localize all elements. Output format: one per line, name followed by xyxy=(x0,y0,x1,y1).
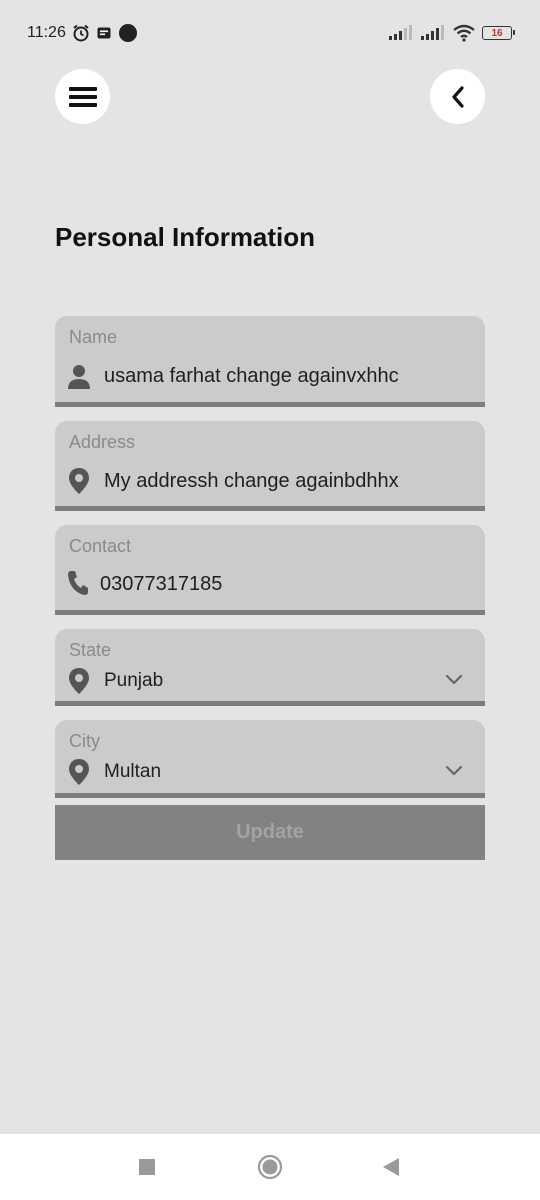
signal-icon xyxy=(421,25,444,40)
address-label: Address xyxy=(69,432,136,452)
location-pin-icon xyxy=(69,759,89,785)
chevron-down-icon xyxy=(445,674,463,685)
chevron-left-icon xyxy=(451,85,464,108)
city-dropdown[interactable]: City Multan xyxy=(55,720,485,798)
alarm-icon xyxy=(73,24,89,42)
wifi-icon xyxy=(453,24,475,42)
name-field[interactable]: Name usama farhat change againvxhhc xyxy=(55,316,485,407)
contact-label: Contact xyxy=(69,536,132,556)
contact-field[interactable]: Contact 03077317185 xyxy=(55,525,485,615)
status-time: 11:26 xyxy=(27,24,66,41)
address-field[interactable]: Address My addressh change againbdhhx xyxy=(55,421,485,511)
location-pin-icon xyxy=(69,468,89,494)
state-dropdown[interactable]: State Punjab xyxy=(55,629,485,706)
signal-icon xyxy=(389,25,412,40)
update-button[interactable]: Update xyxy=(55,805,485,860)
city-label: City xyxy=(69,731,100,751)
battery-level: 16 xyxy=(491,27,503,39)
system-nav-bar xyxy=(0,1134,540,1200)
status-bar: 11:26 16 xyxy=(0,0,540,66)
phone-icon xyxy=(68,571,88,595)
contact-input[interactable]: 03077317185 xyxy=(100,573,222,596)
address-input[interactable]: My addressh change againbdhhx xyxy=(104,470,399,493)
name-input[interactable]: usama farhat change againvxhhc xyxy=(104,365,399,388)
chevron-down-icon xyxy=(445,765,463,776)
status-right: 16 xyxy=(388,24,515,42)
state-label: State xyxy=(69,640,112,660)
notification-icon xyxy=(97,27,111,39)
page-title: Personal Information xyxy=(55,222,316,252)
location-pin-icon xyxy=(69,668,89,694)
name-label: Name xyxy=(69,327,118,347)
recents-button[interactable] xyxy=(138,1158,156,1176)
menu-button[interactable] xyxy=(55,69,110,124)
back-button[interactable] xyxy=(430,69,485,124)
city-selected-value: Multan xyxy=(104,761,162,782)
person-icon xyxy=(68,365,90,389)
hamburger-icon xyxy=(68,86,97,107)
record-dot-icon xyxy=(118,24,137,42)
state-selected-value: Punjab xyxy=(104,670,164,691)
battery-icon: 16 xyxy=(482,26,515,40)
home-button[interactable] xyxy=(257,1154,283,1180)
status-left: 11:26 xyxy=(27,23,138,43)
back-nav-button[interactable] xyxy=(381,1157,401,1177)
